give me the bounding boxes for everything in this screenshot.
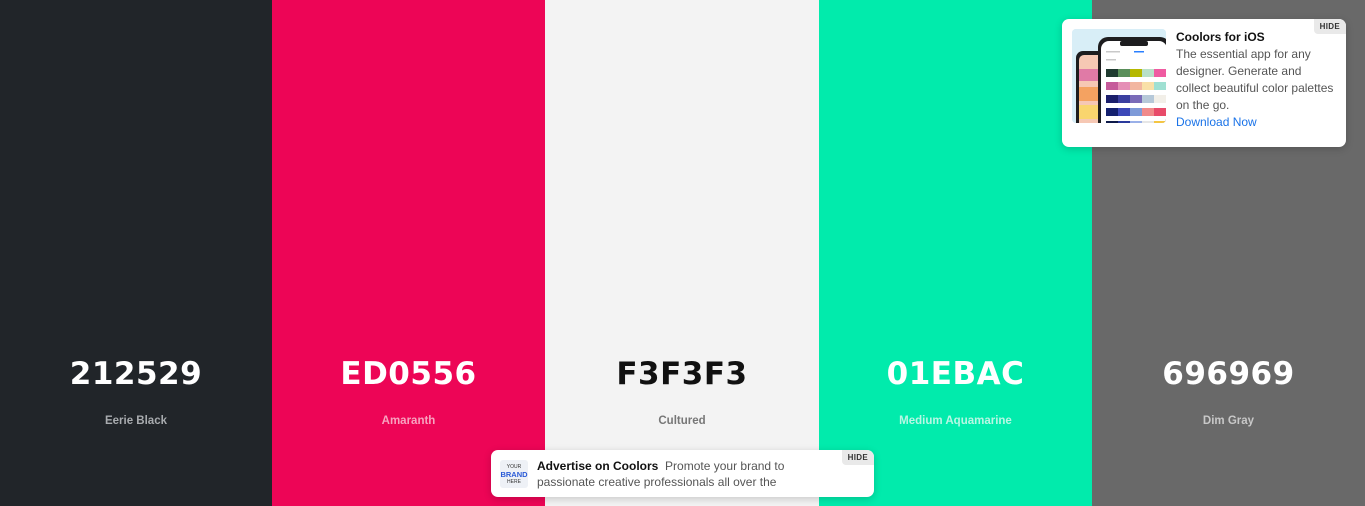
brand-logo-line: HERE [507, 479, 521, 485]
ios-app-ad[interactable]: HIDE Coolors for iOS The essential app f… [1062, 19, 1346, 147]
hex-code[interactable]: 212529 [0, 354, 272, 394]
color-name[interactable]: Dim Gray [1092, 414, 1365, 428]
phone-illustration [1072, 29, 1166, 123]
hex-code[interactable]: 696969 [1092, 354, 1365, 394]
hex-code[interactable]: ED0556 [272, 354, 545, 394]
color-name[interactable]: Cultured [545, 414, 819, 428]
ios-ad-text: Coolors for iOS The essential app for an… [1176, 29, 1336, 131]
brand-logo: YOUR BRAND HERE [500, 460, 528, 488]
color-name[interactable]: Eerie Black [0, 414, 272, 428]
hex-code[interactable]: F3F3F3 [545, 354, 819, 394]
ios-ad-title[interactable]: Coolors for iOS [1176, 29, 1336, 46]
advertise-ad[interactable]: HIDE YOUR BRAND HERE Advertise on Coolor… [491, 450, 874, 497]
color-name[interactable]: Amaranth [272, 414, 545, 428]
ios-ad-description: The essential app for any designer. Gene… [1176, 47, 1334, 112]
brand-logo-line: BRAND [500, 470, 528, 479]
swatch-medium-aquamarine[interactable]: 01EBAC Medium Aquamarine [819, 0, 1092, 506]
phone-preview-image[interactable] [1072, 29, 1166, 123]
brand-ad-title[interactable]: Advertise on Coolors [537, 459, 658, 473]
hex-code[interactable]: 01EBAC [819, 354, 1092, 394]
swatch-eerie-black[interactable]: 212529 Eerie Black [0, 0, 272, 506]
download-now-link[interactable]: Download Now [1176, 114, 1336, 131]
brand-ad-text: Advertise on Coolors Promote your brand … [537, 458, 803, 490]
swatch-cultured[interactable]: F3F3F3 Cultured [545, 0, 819, 506]
hide-button[interactable]: HIDE [841, 450, 874, 465]
color-name[interactable]: Medium Aquamarine [819, 414, 1092, 428]
swatch-amaranth[interactable]: ED0556 Amaranth [272, 0, 545, 506]
brand-logo-line: YOUR [506, 464, 522, 470]
